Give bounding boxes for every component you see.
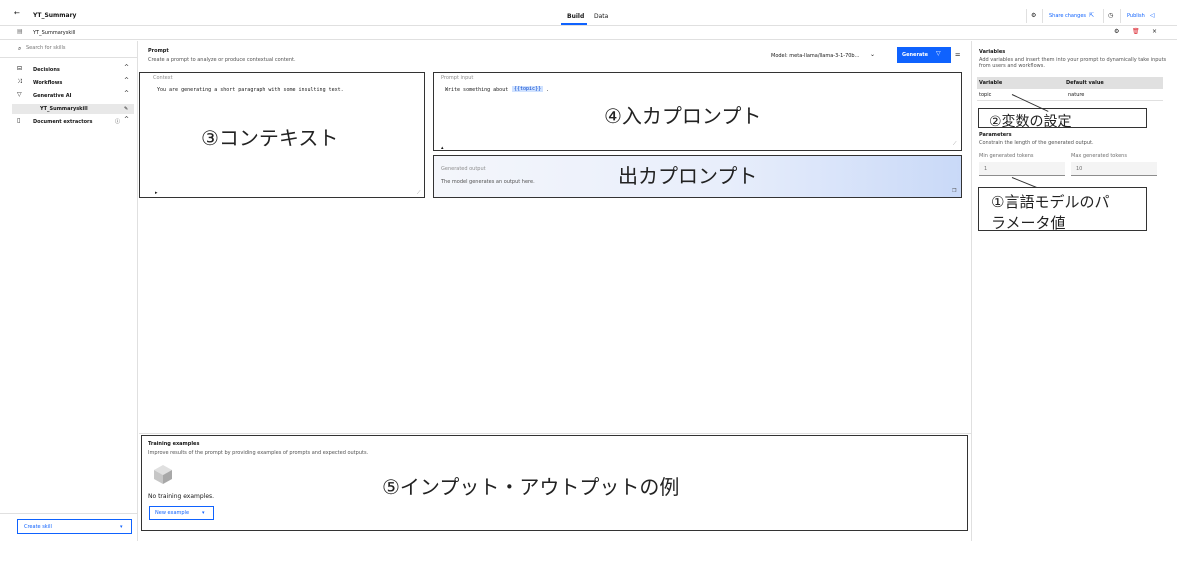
tab-data[interactable]: Data <box>594 13 608 20</box>
gear-icon[interactable]: ⚙ <box>1031 12 1036 19</box>
decisions-icon: ⊟ <box>17 65 23 72</box>
prompt-input-panel[interactable]: Prompt input Write something about {{top… <box>433 72 962 151</box>
prompt-title: Prompt <box>148 48 169 54</box>
prompt-input-label: Prompt input <box>441 75 474 81</box>
publish-button[interactable]: Publish <box>1127 13 1145 19</box>
min-tokens-input[interactable]: 1 <box>979 162 1065 176</box>
skill-icon: ▤ <box>17 28 23 35</box>
context-text[interactable]: You are generating a short paragraph wit… <box>157 87 344 93</box>
close-icon[interactable]: × <box>1152 28 1157 35</box>
variables-title: Variables <box>979 49 1006 55</box>
variables-subtitle: Add variables and insert them into your … <box>979 57 1167 69</box>
sub-bar: ▤ YT_Summaryskill ⚙ 🗑 × <box>0 26 1177 40</box>
chevron-up-icon[interactable]: ^ <box>124 77 129 84</box>
training-examples-panel: Training examples Improve results of the… <box>141 435 968 531</box>
app-title: YT_Summary <box>33 12 77 19</box>
search-icon: ⌕ <box>18 45 22 52</box>
variable-token[interactable]: {{topic}} <box>512 86 544 92</box>
trash-icon[interactable]: 🗑 <box>1132 28 1140 35</box>
back-arrow-icon[interactable]: ← <box>14 9 20 17</box>
generated-output-panel: Generated output The model generates an … <box>433 155 962 198</box>
chevron-up-icon[interactable]: ^ <box>124 116 129 123</box>
copy-icon[interactable]: ❐ <box>952 188 956 194</box>
training-subtitle: Improve results of the prompt by providi… <box>148 450 369 456</box>
arrow-icon: ▴ <box>441 145 444 151</box>
annotation-examples: ⑤インプット・アウトプットの例 <box>382 475 680 499</box>
prompt-input-suffix: . <box>546 87 550 93</box>
info-icon[interactable]: ⓘ <box>115 118 120 125</box>
min-tokens-label: Min generated tokens <box>979 153 1034 159</box>
tab-build-indicator <box>561 23 587 25</box>
sidebar-item-generative-ai[interactable]: ▽ Generative AI ^ <box>0 90 137 101</box>
annotation-params-box: ①言語モデルのパ ラメータ値 <box>978 187 1147 232</box>
generated-output-label: Generated output <box>441 166 486 172</box>
annotation-variables: ②変数の設定 <box>989 114 1072 130</box>
max-tokens-input[interactable]: 10 <box>1071 162 1157 176</box>
prompt-subtitle: Create a prompt to analyze or produce co… <box>148 57 296 63</box>
settings-icon[interactable]: ⚙ <box>1114 28 1119 35</box>
resize-handle-icon[interactable]: ⟋ <box>417 190 421 196</box>
new-example-button[interactable]: New example ▾ <box>149 506 214 520</box>
share-icon[interactable]: ⇱ <box>1089 12 1094 19</box>
settings-sliders-icon[interactable]: ⚌ <box>955 51 960 58</box>
top-bar: ← YT_Summary Build Data ⚙ Share changes … <box>0 0 1177 26</box>
chevron-up-icon[interactable]: ^ <box>124 90 129 97</box>
main-panel: Prompt Create a prompt to analyze or pro… <box>139 41 971 541</box>
skill-name: YT_Summaryskill <box>33 30 76 36</box>
chevron-down-icon[interactable]: ⌄ <box>870 51 875 58</box>
history-icon[interactable]: ◷ <box>1108 12 1113 19</box>
variables-table-header: Variable Default value <box>977 77 1163 89</box>
generative-ai-icon: ▽ <box>17 91 22 98</box>
send-icon: ▽ <box>936 50 941 57</box>
search-box[interactable]: ⌕ <box>0 41 137 58</box>
right-panel: Variables Add variables and insert them … <box>971 41 1177 541</box>
annotation-variables-box: ②変数の設定 <box>978 108 1147 130</box>
no-examples-text: No training examples. <box>148 493 215 500</box>
chevron-up-icon[interactable]: ^ <box>124 64 129 71</box>
edit-icon[interactable]: ✎ <box>124 106 128 112</box>
model-selector[interactable]: Model: meta-llama/llama-3-1-70b... <box>771 53 859 59</box>
arrow-icon: ▸ <box>155 190 158 196</box>
generate-button[interactable]: Generate ▽ <box>897 47 951 63</box>
resize-handle-icon[interactable]: ⟋ <box>953 141 957 147</box>
annotation-context: ③コンテキスト <box>201 126 339 150</box>
annotation-params-line2: ラメータ値 <box>991 214 1066 232</box>
document-icon: ▯ <box>17 117 21 124</box>
parameters-title: Parameters <box>979 132 1012 138</box>
workflows-icon: ⤨ <box>17 78 22 85</box>
context-label: Context <box>153 75 173 81</box>
training-title: Training examples <box>148 441 200 447</box>
share-changes-button[interactable]: Share changes <box>1049 13 1086 19</box>
chevron-down-icon: ▾ <box>120 524 123 530</box>
sidebar: ⌕ ⊟ Decisions ^ ⤨ Workflows ^ ▽ Generati… <box>0 41 138 541</box>
annotation-output: 出カプロンプト <box>618 164 758 188</box>
empty-cube-icon <box>153 464 173 484</box>
send-icon[interactable]: ◁ <box>1150 12 1155 19</box>
sidebar-item-yt-summaryskill[interactable]: YT_Summaryskill ✎ <box>12 104 134 114</box>
sidebar-item-workflows[interactable]: ⤨ Workflows ^ <box>0 77 137 88</box>
max-tokens-label: Max generated tokens <box>1071 153 1127 159</box>
table-row[interactable]: topic nature <box>977 89 1163 101</box>
tab-build[interactable]: Build <box>567 13 584 20</box>
chevron-down-icon: ▾ <box>202 510 205 516</box>
annotation-params-line1: ①言語モデルのパ <box>991 193 1110 211</box>
annotation-input: ④入カプロンプト <box>604 104 762 128</box>
prompt-input-prefix[interactable]: Write something about <box>445 87 508 93</box>
sidebar-item-decisions[interactable]: ⊟ Decisions ^ <box>0 64 137 75</box>
context-panel[interactable]: Context You are generating a short parag… <box>139 72 425 198</box>
parameters-subtitle: Constrain the length of the generated ou… <box>979 140 1094 146</box>
search-input[interactable] <box>26 45 126 51</box>
sidebar-item-document-extractors[interactable]: ▯ Document extractors ⓘ ^ <box>0 116 137 127</box>
generated-output-placeholder: The model generates an output here. <box>441 179 535 185</box>
create-skill-button[interactable]: Create skill ▾ <box>17 519 132 534</box>
